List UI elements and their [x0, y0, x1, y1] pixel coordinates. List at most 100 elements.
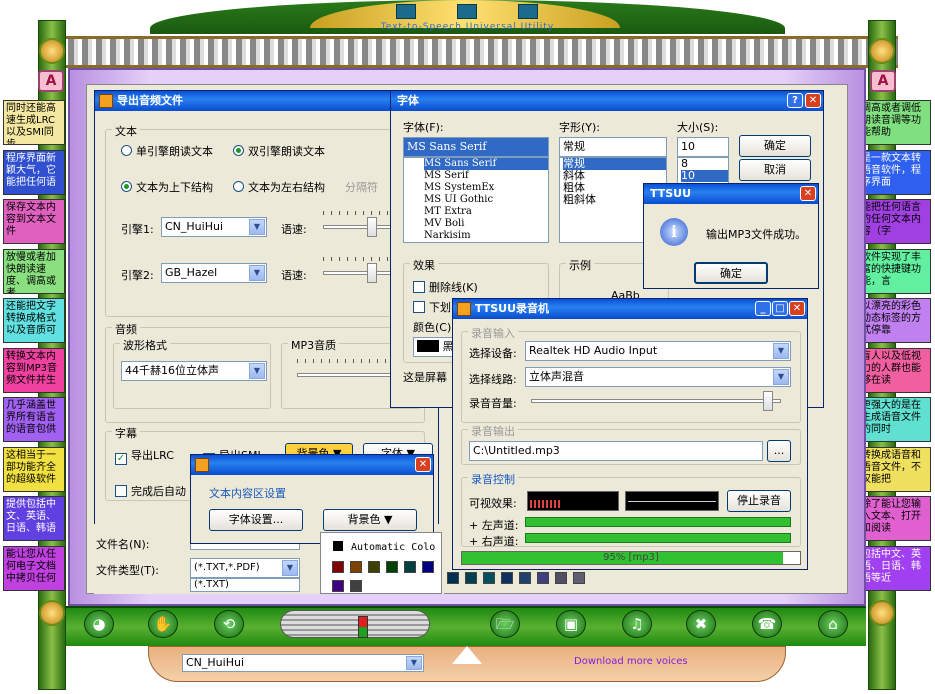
font-close-icon[interactable]: ✕	[805, 93, 821, 108]
font-ok-button[interactable]: 确定	[739, 135, 811, 157]
speak-icon[interactable]: ◕	[84, 610, 114, 638]
left-knob-bottom-icon	[39, 600, 65, 626]
color-palette[interactable]	[321, 553, 441, 597]
engine1-select[interactable]: CN_HuiHui ▼	[161, 217, 267, 237]
left-channel-meter	[525, 517, 791, 527]
color-palette-extra[interactable]	[444, 570, 588, 589]
filetype-select[interactable]: (*.TXT,*.PDF) ▼	[190, 558, 300, 578]
color-select[interactable]: 黑	[413, 337, 453, 357]
minimize-window-icon[interactable]	[396, 4, 416, 19]
control-group-label: 录音控制	[468, 471, 518, 487]
open-folder-icon[interactable]: 🗁	[490, 610, 520, 638]
color-swatch[interactable]	[519, 572, 531, 584]
font-settings-button[interactable]: 字体设置...	[209, 509, 303, 531]
auto-after-checkbox[interactable]: 完成后自动	[115, 483, 186, 499]
pause-hand-icon[interactable]: ✋	[148, 610, 178, 638]
radio-left-right[interactable]: 文本为左右结构	[233, 179, 325, 195]
color-swatch[interactable]	[404, 561, 416, 573]
input-group-label: 录音输入	[468, 325, 518, 341]
underline-checkbox[interactable]: 下划	[413, 299, 451, 315]
strikeout-checkbox[interactable]: 删除线(K)	[413, 279, 478, 295]
speed1-thumb[interactable]	[367, 217, 377, 237]
subtitle-group-label: 字幕	[112, 425, 140, 441]
recorder-maximize-icon[interactable]: □	[772, 301, 788, 316]
font-size-input[interactable]: 10	[677, 137, 729, 157]
color-swatch[interactable]	[573, 572, 585, 584]
color-swatch[interactable]	[447, 572, 459, 584]
recorder-close-icon[interactable]: ✕	[789, 301, 805, 316]
recorder-icon-button[interactable]: ☎	[752, 610, 782, 638]
effects-label: 效果	[410, 257, 438, 273]
left-feature-panel: 提供包括中文、英语、日语、韩语	[3, 496, 65, 541]
color-swatch[interactable]	[350, 561, 362, 573]
color-swatch[interactable]	[465, 572, 477, 584]
radio-top-bottom[interactable]: 文本为上下结构	[121, 179, 213, 195]
save-icon[interactable]: ▣	[556, 610, 586, 638]
speed2-thumb[interactable]	[367, 263, 377, 283]
help-icon[interactable]: ?	[787, 93, 803, 108]
font-list-item[interactable]: MV Boli	[424, 218, 548, 230]
volume-slider[interactable]	[531, 399, 781, 403]
font-list-item[interactable]: MS UI Gothic	[424, 194, 548, 206]
device-select[interactable]: Realtek HD Audio Input ▼	[525, 341, 791, 361]
color-swatch[interactable]	[332, 580, 344, 592]
music-icon[interactable]: ♫	[622, 610, 652, 638]
bgcolor-button[interactable]: 背景色 ▼	[323, 509, 417, 531]
mp3-slider[interactable]	[297, 373, 393, 377]
color-popup: Automatic Colo	[320, 532, 442, 594]
msg-ok-button[interactable]: 确定	[694, 262, 768, 284]
color-swatch[interactable]	[368, 561, 380, 573]
export-lrc-checkbox[interactable]: ✓ 导出LRC	[115, 447, 174, 465]
size-list-item[interactable]: 10	[681, 170, 728, 182]
color-swatch[interactable]	[332, 561, 344, 573]
font-name-input[interactable]: MS Sans Serif	[403, 137, 549, 157]
settings-tools-icon[interactable]: ✖	[686, 610, 716, 638]
recorder-minimize-icon[interactable]: _	[755, 301, 771, 316]
logo-a-right: A	[870, 70, 896, 92]
color-swatch[interactable]	[386, 561, 398, 573]
automatic-color-option[interactable]: Automatic Colo	[321, 533, 441, 553]
color-swatch[interactable]	[501, 572, 513, 584]
line-select[interactable]: 立体声混音 ▼	[525, 367, 791, 387]
font-list-item[interactable]: MS Serif	[424, 170, 548, 182]
color-swatch[interactable]	[537, 572, 549, 584]
font-list-item[interactable]: MS Sans Serif	[424, 158, 548, 170]
download-voices-link[interactable]: Download more voices	[574, 656, 688, 667]
font-list[interactable]: MS Sans Serif MS Serif MS SystemEx MS UI Go…	[403, 157, 549, 243]
right-channel-meter	[525, 533, 791, 543]
waveform-display	[625, 491, 719, 511]
repeat-icon[interactable]: ⟲	[214, 610, 244, 638]
home-icon[interactable]: ⌂	[818, 610, 848, 638]
volume-thumb[interactable]	[763, 391, 773, 411]
color-swatch[interactable]	[422, 561, 434, 573]
maximize-window-icon[interactable]	[457, 4, 477, 19]
msg-close-icon[interactable]: ✕	[800, 186, 816, 201]
stop-record-button[interactable]: 停止录音	[727, 490, 791, 512]
sample-label: 示例	[566, 257, 594, 273]
radio-dual-engine[interactable]: 双引擎朗读文本	[233, 143, 325, 159]
ttsuu-message-box: TTSUU ✕ i 输出MP3文件成功。 确定	[643, 183, 819, 289]
color-swatch[interactable]	[555, 572, 567, 584]
text-area-title-bar: ✕	[191, 455, 433, 475]
font-style-input[interactable]: 常规	[559, 137, 667, 157]
font-list-item[interactable]: MS SystemEx	[424, 182, 548, 194]
font-cancel-button[interactable]: 取消	[739, 159, 811, 181]
waveform-select[interactable]: 44千赫16位立体声 ▼	[121, 361, 267, 381]
font-list-item[interactable]: MT Extra	[424, 206, 548, 218]
output-path-input[interactable]: C:\Untitled.mp3	[469, 441, 763, 461]
separator-label: 分隔符	[345, 181, 378, 194]
browse-button[interactable]: ...	[767, 440, 791, 462]
close-window-icon[interactable]	[518, 4, 538, 19]
voice-select[interactable]: CN_HuiHui ▼	[182, 654, 424, 672]
speed-slider-track[interactable]	[280, 610, 430, 638]
engine2-select[interactable]: GB_Hazel ▼	[161, 263, 267, 283]
engine2-label: 引擎2:	[121, 269, 154, 282]
color-swatch[interactable]	[483, 572, 495, 584]
filetype-option[interactable]: (*.TXT)	[190, 578, 300, 592]
left-feature-panel: 能让您从任何电子文档中拷贝任何	[3, 545, 65, 591]
radio-single-engine[interactable]: 单引擎朗读文本	[121, 143, 213, 159]
text-area-close-icon[interactable]: ✕	[415, 457, 431, 472]
color-swatch[interactable]	[350, 580, 362, 592]
speed-slider-thumb[interactable]	[358, 616, 368, 638]
font-list-item[interactable]: Narkisim	[424, 230, 548, 242]
